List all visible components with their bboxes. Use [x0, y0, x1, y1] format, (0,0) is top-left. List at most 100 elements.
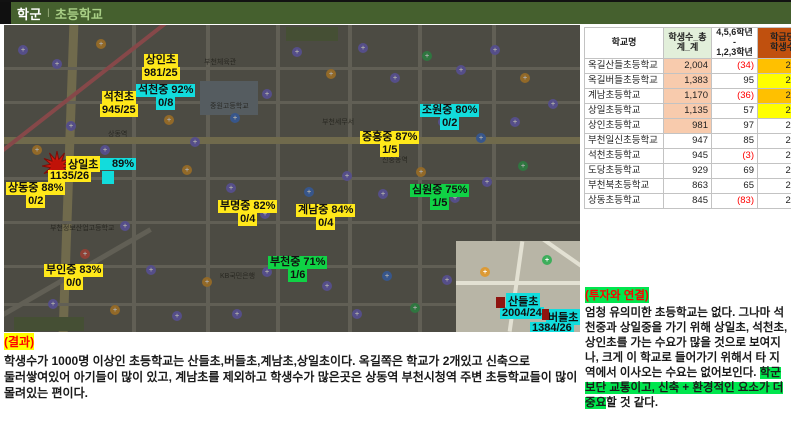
- school-label: 부천중 71%: [268, 256, 328, 269]
- table-row: 상인초등학교9819724.5: [584, 118, 791, 134]
- cell-total-students: 863: [663, 178, 712, 194]
- hidden-label-fragment: [496, 297, 505, 308]
- school-label-group: 심원중 75% 1/5: [410, 184, 470, 210]
- school-label-group: 부천중 71% 1/6: [268, 256, 328, 282]
- header-accent-block: [0, 2, 11, 24]
- road: [474, 241, 580, 280]
- school-value-label: 0/4: [238, 212, 258, 226]
- school-label-group: 중흥중 87% 1/5: [360, 131, 420, 157]
- investment-text: 엄청 유의미한 초등학교는 없다. 그나마 석천중과 상일중을 가기 위해 상일…: [585, 307, 788, 379]
- cell-school-name: 석천초등학교: [584, 148, 664, 164]
- col-header-grade-diff: 4,5,6학년 - 1,2,3학년: [711, 27, 758, 59]
- table-row: 옥길산들초등학교2,004(34)26.0: [584, 58, 791, 74]
- cell-school-name: 옥길산들초등학교: [584, 58, 664, 74]
- cell-total-students: 945: [663, 148, 712, 164]
- school-label: 상인초: [143, 54, 179, 67]
- result-section: (결과) 학생수가 1000명 이상인 초등학교는 산들초,버들초,계남초,상일…: [4, 333, 582, 402]
- table-row: 상일초등학교1,1355726.4: [584, 103, 791, 119]
- table-header-row: 학교명 학생수_총 계_계 4,5,6학년 - 1,2,3학년 학급당 학생수: [584, 27, 791, 59]
- cell-school-name: 옥길버들초등학교: [584, 73, 664, 89]
- cell-school-name: 도당초등학교: [584, 163, 664, 179]
- investment-body: 엄청 유의미한 초등학교는 없다. 그나마 석천중과 상일중을 가기 위해 상일…: [585, 306, 789, 411]
- cell-per-class: 24.9: [757, 133, 791, 149]
- cell-total-students: 1,135: [663, 103, 712, 119]
- starred-school-group: 89% 상일초 1135/26: [42, 147, 172, 191]
- school-value-label: 1/5: [430, 196, 450, 210]
- page: 학군 ǀ 초등학교 + + + + + + + + + + + + + + + + + + + + + + + + + + + + + +…: [0, 0, 791, 445]
- cell-per-class: 26.0: [757, 58, 791, 74]
- cell-school-name: 상일초등학교: [584, 103, 664, 119]
- col-header-total-students: 학생수_총 계_계: [663, 27, 712, 59]
- hidden-label-fragment: [542, 309, 549, 320]
- okgil-school-group: 산들초 2004/24 버들초 1384/26: [494, 293, 580, 332]
- school-label-group: 계남중 84% 0/4: [296, 204, 356, 230]
- cell-total-students: 947: [663, 133, 712, 149]
- school-value-label: 1/6: [288, 268, 308, 282]
- cell-school-name: 상인초등학교: [584, 118, 664, 134]
- header-bar: 학군 ǀ 초등학교: [0, 0, 791, 24]
- school-label: 부명중 82%: [218, 200, 278, 213]
- cell-grade-diff: (36): [711, 88, 758, 104]
- table-row: 도당초등학교9296923.8: [584, 163, 791, 179]
- map-pin[interactable]: +: [542, 255, 552, 265]
- school-label-group: 부명중 82% 0/4: [218, 200, 278, 226]
- school-value-label: 0/0: [64, 276, 84, 290]
- page-title: 학군: [17, 6, 42, 22]
- school-value-label: 0/4: [316, 216, 336, 230]
- cell-per-class: 24.5: [757, 118, 791, 134]
- school-stats-table: 학교명 학생수_총 계_계 4,5,6학년 - 1,2,3학년 학급당 학생수 …: [584, 27, 791, 209]
- school-label: 조원중 80%: [420, 104, 480, 117]
- table-row: 상동초등학교845(83)24.1: [584, 193, 791, 209]
- school-label-group: 석천중 92% 0/8: [136, 84, 196, 110]
- cell-grade-diff: (83): [711, 193, 758, 209]
- cell-grade-diff: 95: [711, 73, 758, 89]
- map[interactable]: + + + + + + + + + + + + + + + + + + + + + + + + + + + + + + + + + + + + + + + +…: [4, 25, 580, 332]
- cell-school-name: 부천일신초등학교: [584, 133, 664, 149]
- school-value-label: 1/5: [380, 143, 400, 157]
- school-value-label: 2004/24: [500, 307, 544, 319]
- page-subtitle: 초등학교: [55, 6, 103, 22]
- table-row: 부천북초등학교8636523.3: [584, 178, 791, 194]
- road: [456, 281, 580, 285]
- school-label-group: 상인초 981/25: [142, 54, 180, 80]
- table-row: 부천일신초등학교9478524.9: [584, 133, 791, 149]
- school-label: 심원중 75%: [410, 184, 470, 197]
- cell-per-class: 24.9: [757, 148, 791, 164]
- cell-per-class: 24.1: [757, 193, 791, 209]
- col-header-school-name: 학교명: [584, 27, 664, 59]
- school-label-group: 조원중 80% 0/2: [420, 104, 480, 130]
- school-label: 석천초: [101, 91, 137, 104]
- school-value-label: 1135/26: [48, 170, 92, 182]
- result-title: (결과): [4, 333, 35, 350]
- school-value-label: 1384/26: [530, 322, 574, 332]
- school-label: 부인중 83%: [44, 264, 104, 277]
- school-value-label: 0/2: [440, 116, 460, 130]
- school-label-group: 석천초 945/25: [100, 91, 138, 117]
- table-row: 계남초등학교1,170(36)26.0: [584, 88, 791, 104]
- cell-grade-diff: (3): [711, 148, 758, 164]
- school-value-label: 945/25: [100, 103, 138, 117]
- investment-text: 할 것 같다.: [606, 396, 659, 409]
- cell-total-students: 1,170: [663, 88, 712, 104]
- cell-per-class: 23.3: [757, 178, 791, 194]
- table-row: 옥길버들초등학교1,3839525.6: [584, 73, 791, 89]
- cell-school-name: 상동초등학교: [584, 193, 664, 209]
- cell-per-class: 23.8: [757, 163, 791, 179]
- title-divider: ǀ: [46, 6, 51, 20]
- cell-per-class: 26.0: [757, 88, 791, 104]
- cell-school-name: 부천북초등학교: [584, 178, 664, 194]
- map-pin[interactable]: +: [480, 267, 490, 277]
- hidden-label-fragment: [102, 171, 114, 184]
- school-value-label: 0/8: [156, 96, 176, 110]
- school-label-group: 부인중 83% 0/0: [44, 264, 104, 290]
- cell-grade-diff: 97: [711, 118, 758, 134]
- col-header-per-class: 학급당 학생수: [757, 27, 791, 59]
- cell-school-name: 계남초등학교: [584, 88, 664, 104]
- investment-section: (투자와 연결) 엄청 유의미한 초등학교는 없다. 그나마 석천중과 상일중을…: [585, 286, 789, 411]
- cell-grade-diff: 57: [711, 103, 758, 119]
- cell-per-class: 25.6: [757, 73, 791, 89]
- cell-total-students: 845: [663, 193, 712, 209]
- cell-grade-diff: 85: [711, 133, 758, 149]
- school-value-label: 981/25: [142, 66, 180, 80]
- cell-total-students: 981: [663, 118, 712, 134]
